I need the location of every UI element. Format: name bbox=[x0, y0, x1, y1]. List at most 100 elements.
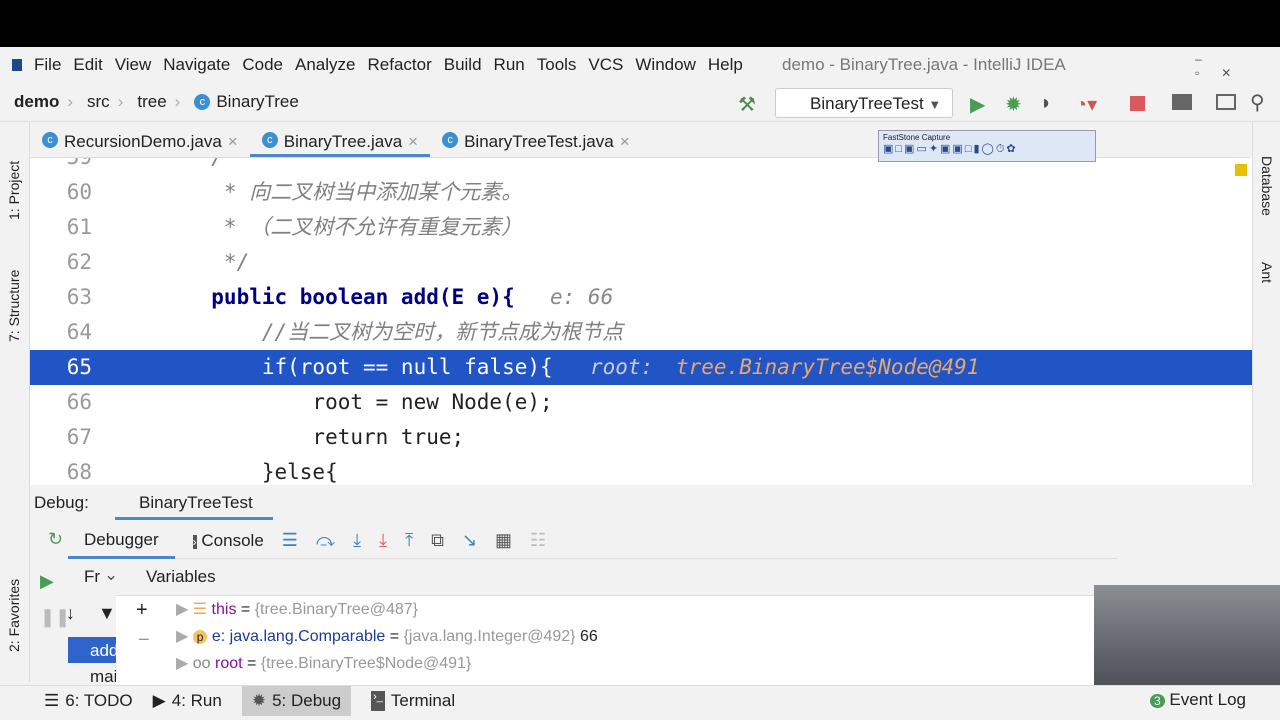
inline-debug-value: tree.BinaryTree$Node@491 bbox=[676, 355, 980, 379]
menu-vcs[interactable]: VCS bbox=[588, 55, 623, 75]
tool-terminal[interactable]: ›_ Terminal bbox=[371, 690, 456, 711]
build-hammer-icon[interactable]: ⚒ bbox=[738, 92, 756, 117]
tab-recursiondemo[interactable]: c RecursionDemo.java × bbox=[30, 122, 250, 157]
tool-label: Terminal bbox=[390, 690, 456, 710]
trace-icon[interactable]: ☷ bbox=[530, 530, 546, 551]
tool-debug[interactable]: ✹ 5: Debug bbox=[241, 685, 352, 716]
run-to-cursor-icon[interactable]: ↘ bbox=[462, 530, 477, 551]
inline-debug-value: e: 66 bbox=[550, 285, 614, 309]
arrow-down-icon[interactable]: ↓ bbox=[66, 603, 75, 624]
menu-bar: File Edit View Navigate Code Analyze Ref… bbox=[0, 47, 1280, 82]
menu-navigate[interactable]: Navigate bbox=[163, 55, 230, 75]
tab-debugger[interactable]: Debugger bbox=[68, 523, 175, 559]
tool-ant[interactable]: Ant bbox=[1259, 262, 1275, 283]
step-out-icon[interactable]: ⤒ bbox=[405, 530, 413, 551]
tab-binarytreetest[interactable]: c BinaryTreeTest.java × bbox=[430, 122, 642, 157]
menu-refactor[interactable]: Refactor bbox=[367, 55, 431, 75]
close-icon[interactable]: × bbox=[228, 132, 238, 157]
variable-value: {tree.BinaryTree@487} bbox=[254, 601, 418, 618]
debug-toolbar: Debugger › Console ☰ ⤼ ⤓ ⤓ ⤒ ⧉ ↘ ▦ ☷ bbox=[68, 523, 1117, 559]
line-code: */ bbox=[186, 250, 250, 274]
line-code: //当二叉树为空时，新节点成为根节点 bbox=[186, 320, 624, 344]
coverage-icon[interactable]: ◗ bbox=[1040, 92, 1052, 115]
class-icon: c bbox=[261, 132, 278, 148]
line-number: 62 bbox=[66, 250, 92, 274]
tab-label: BinaryTreeTest.java bbox=[464, 132, 614, 151]
tool-todo[interactable]: ☰ 6: TODO bbox=[44, 691, 133, 711]
window-controls[interactable]: –▫✕ bbox=[1195, 52, 1280, 80]
expand-icon[interactable]: ▶ bbox=[176, 601, 193, 618]
step-into-icon[interactable]: ⤓ bbox=[353, 530, 361, 551]
step-over-icon[interactable]: ⤼ bbox=[316, 530, 335, 551]
breadcrumb-project[interactable]: demo bbox=[14, 92, 59, 112]
profile-icon[interactable]: ◔▾ bbox=[1075, 92, 1097, 117]
evaluate-expression-icon[interactable]: ▦ bbox=[495, 530, 512, 551]
stop-icon[interactable] bbox=[1130, 96, 1145, 111]
variable-row[interactable]: ▶ oo root = {tree.BinaryTree$Node@491} bbox=[176, 653, 471, 673]
force-step-into-icon[interactable]: ⤓ bbox=[379, 530, 387, 551]
run-config-select[interactable]: BinaryTreeTest ▼ bbox=[775, 88, 953, 118]
tab-binarytree[interactable]: c BinaryTree.java × bbox=[249, 122, 431, 157]
add-watch-icon[interactable]: + bbox=[136, 599, 148, 622]
run-config-label: BinaryTreeTest bbox=[810, 94, 924, 113]
line-code: root = new Node(e); bbox=[186, 390, 553, 414]
breadcrumb-tree[interactable]: tree bbox=[137, 92, 166, 112]
event-count-badge: 3 bbox=[1150, 694, 1165, 708]
layout-menu-icon[interactable]: ☰ bbox=[282, 530, 298, 551]
variable-eq: = bbox=[236, 601, 255, 618]
event-log-button[interactable]: 3 Event Log bbox=[1150, 690, 1246, 710]
menu-tools[interactable]: Tools bbox=[537, 55, 577, 75]
line-code: }else{ bbox=[186, 460, 338, 484]
event-log-label: Event Log bbox=[1169, 690, 1246, 709]
rerun-icon[interactable]: ↻ bbox=[48, 529, 63, 550]
menu-file[interactable]: File bbox=[34, 55, 61, 75]
breadcrumb-src[interactable]: src bbox=[87, 92, 110, 112]
search-icon[interactable]: ⚲ bbox=[1250, 90, 1265, 115]
tool-favorites[interactable]: 2: Favorites bbox=[6, 579, 22, 652]
menu-code[interactable]: Code bbox=[242, 55, 283, 75]
debug-bug-icon[interactable]: ✹ bbox=[1005, 92, 1022, 117]
code-line: 68 }else{ bbox=[30, 455, 1252, 485]
expand-icon[interactable]: ▶ bbox=[176, 655, 193, 672]
expand-icon[interactable]: ▶ bbox=[176, 628, 193, 645]
terminal-window-icon[interactable] bbox=[1216, 94, 1236, 110]
menu-help[interactable]: Help bbox=[708, 55, 743, 75]
variable-row[interactable]: ▶ p e: java.lang.Comparable = {java.lang… bbox=[176, 626, 598, 646]
remove-watch-icon[interactable]: − bbox=[138, 629, 150, 652]
close-icon[interactable]: × bbox=[408, 132, 418, 154]
faststone-capture-toolbar[interactable]: FastStone Capture ▣□▣▭✦▣▣□▮◯⏱✿ bbox=[878, 130, 1096, 162]
bottom-tool-bar: ☰ 6: TODO ▶ 4: Run ✹ 5: Debug ›_ Terminal bbox=[0, 685, 1280, 716]
breadcrumb-class[interactable]: BinaryTree bbox=[216, 92, 299, 112]
filter-icon[interactable]: ▼ bbox=[98, 603, 116, 624]
menu-view[interactable]: View bbox=[115, 55, 152, 75]
window-title: demo - BinaryTree.java - IntelliJ IDEA bbox=[782, 55, 1066, 74]
resume-icon[interactable]: ▶ bbox=[40, 571, 54, 592]
tool-run[interactable]: ▶ 4: Run bbox=[153, 691, 222, 711]
warning-marker[interactable] bbox=[1235, 164, 1247, 176]
variable-row[interactable]: ▶ ☰ this = {tree.BinaryTree@487} bbox=[176, 599, 418, 619]
tool-structure[interactable]: 7: Structure bbox=[6, 270, 22, 342]
left-tool-strip: 1: Project 7: Structure 2: Favorites bbox=[0, 122, 30, 682]
line-code: public boolean add(E e){ bbox=[186, 285, 515, 309]
variable-extra: 66 bbox=[575, 628, 598, 645]
code-editor[interactable]: 59 /** 60 * 向二叉树当中添加某个元素。 61 * （二叉树不允许有重… bbox=[30, 158, 1252, 485]
current-execution-line: 65 if(root == null false){root: tree.Bin… bbox=[30, 350, 1252, 385]
drop-frame-icon[interactable]: ⧉ bbox=[431, 530, 444, 551]
menu-analyze[interactable]: Analyze bbox=[295, 55, 355, 75]
line-number: 63 bbox=[66, 285, 92, 309]
run-icon[interactable]: ▶ bbox=[970, 92, 985, 117]
menu-run[interactable]: Run bbox=[494, 55, 525, 75]
menu-window[interactable]: Window bbox=[635, 55, 695, 75]
tool-database[interactable]: Database bbox=[1259, 156, 1275, 216]
debug-session-tab[interactable]: BinaryTreeTest bbox=[115, 493, 273, 520]
menu-build[interactable]: Build bbox=[444, 55, 482, 75]
menu-edit[interactable]: Edit bbox=[73, 55, 102, 75]
code-line: 66 root = new Node(e); bbox=[30, 385, 1252, 420]
close-icon[interactable]: × bbox=[620, 132, 630, 157]
project-structure-icon[interactable] bbox=[1172, 94, 1192, 110]
class-icon: c bbox=[42, 132, 58, 148]
frames-label[interactable]: Fr bbox=[84, 567, 100, 587]
tab-console[interactable]: › Console bbox=[192, 531, 264, 551]
tool-project[interactable]: 1: Project bbox=[6, 161, 22, 220]
run-icon: ▶ bbox=[152, 690, 166, 710]
